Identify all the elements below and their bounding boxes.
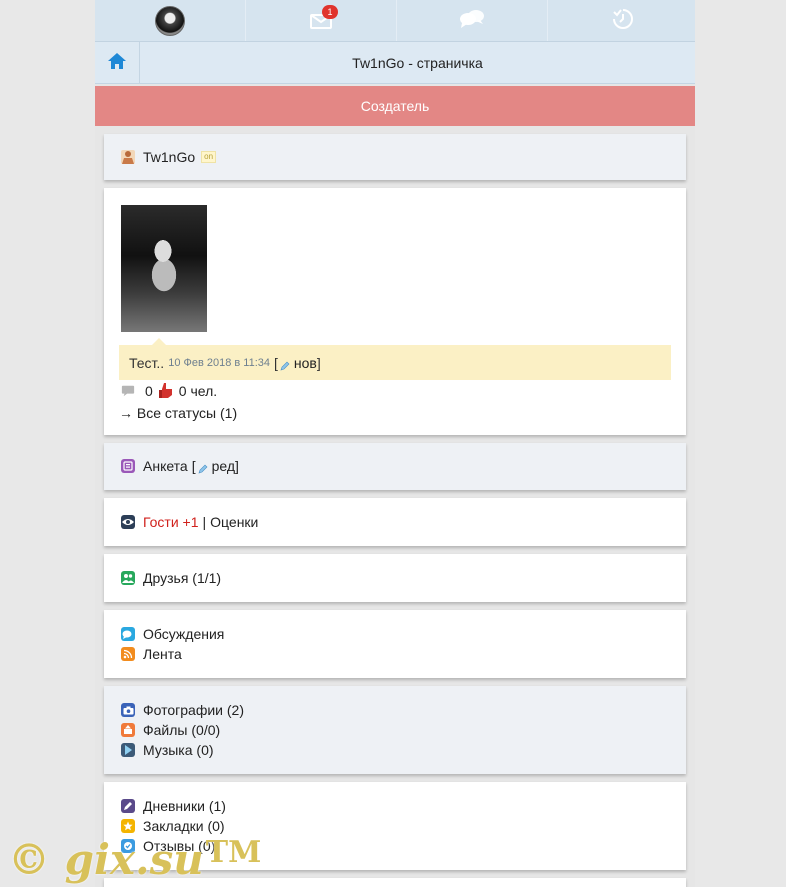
photos-link[interactable]: Фотографии (2) bbox=[143, 702, 244, 718]
bracket-close: ] bbox=[235, 458, 239, 474]
files-icon bbox=[121, 723, 135, 737]
edit-anketa-link[interactable]: ред bbox=[212, 458, 235, 474]
comments-count: 0 bbox=[145, 383, 153, 399]
mail-button[interactable]: 1 bbox=[246, 0, 396, 41]
profile-form-icon bbox=[121, 459, 135, 473]
bracket-open: [ bbox=[274, 354, 278, 371]
new-status-link[interactable]: нов bbox=[294, 355, 317, 371]
guests-link[interactable]: Гости +1 bbox=[143, 514, 199, 530]
diary-pen-icon bbox=[121, 799, 135, 813]
bracket-open: [ bbox=[191, 458, 196, 474]
user-rank-icon bbox=[121, 150, 135, 164]
likes-count: 0 чел. bbox=[178, 383, 218, 399]
bookmarks-link[interactable]: Закладки (0) bbox=[143, 818, 225, 834]
comment-icon[interactable] bbox=[121, 384, 135, 398]
camera-icon bbox=[121, 703, 135, 717]
music-link[interactable]: Музыка (0) bbox=[143, 742, 214, 758]
eye-icon bbox=[121, 515, 135, 529]
star-icon bbox=[121, 819, 135, 833]
guests-card: Гости +1 | Оценки bbox=[104, 498, 686, 546]
home-button[interactable] bbox=[95, 42, 140, 83]
activity-button[interactable] bbox=[548, 0, 695, 41]
pencil-icon bbox=[198, 461, 208, 474]
profile-avatar-button[interactable] bbox=[95, 0, 245, 41]
status-box: Тест.. 10 Фев 2018 в 11:34 [ нов ] bbox=[119, 345, 671, 380]
ratings-link[interactable]: Оценки bbox=[210, 514, 258, 530]
anketa-card: Анкета [ ред ] bbox=[104, 443, 686, 490]
status-text: Тест.. bbox=[129, 354, 165, 371]
username-link[interactable]: Tw1nGo bbox=[143, 149, 195, 165]
pencil-icon bbox=[280, 358, 290, 370]
page-header: Tw1nGo - страничка bbox=[95, 42, 695, 84]
top-navigation-bar: 1 bbox=[95, 0, 695, 42]
chats-button[interactable] bbox=[397, 0, 547, 41]
profile-photo[interactable] bbox=[121, 205, 207, 332]
feed-link[interactable]: Лента bbox=[143, 646, 182, 662]
page: 1 Tw1nGo - страничка Создатель Tw1nGo on… bbox=[95, 0, 695, 887]
status-date: 10 Фев 2018 в 11:34 bbox=[168, 356, 271, 369]
clock-check-icon bbox=[612, 8, 634, 33]
status-card: Тест.. 10 Фев 2018 в 11:34 [ нов ] 0 0 ч… bbox=[104, 188, 686, 435]
discussions-link[interactable]: Обсуждения bbox=[143, 626, 224, 642]
status-stats: 0 0 чел. bbox=[121, 381, 217, 401]
friends-link[interactable]: Друзья (1/1) bbox=[143, 570, 221, 586]
social-card: Обсуждения Лента bbox=[104, 610, 686, 678]
username-card: Tw1nGo on bbox=[104, 134, 686, 180]
all-statuses-link[interactable]: → Все статусы (1) bbox=[119, 405, 237, 421]
anketa-link[interactable]: Анкета bbox=[143, 458, 188, 474]
mail-badge: 1 bbox=[322, 4, 338, 19]
bracket-close: ] bbox=[316, 354, 321, 371]
separator: | bbox=[202, 514, 207, 530]
watermark: © gix.suTM bbox=[8, 835, 261, 884]
thumbs-up-icon[interactable] bbox=[158, 383, 173, 398]
avatar bbox=[155, 5, 185, 36]
home-icon bbox=[108, 53, 126, 72]
friends-card: Друзья (1/1) bbox=[104, 554, 686, 602]
friends-icon bbox=[121, 571, 135, 585]
watermark-text: © gix.su bbox=[8, 835, 204, 884]
online-badge: on bbox=[201, 151, 217, 163]
diaries-link[interactable]: Дневники (1) bbox=[143, 798, 226, 814]
media-card: Фотографии (2) Файлы (0/0) Музыка (0) bbox=[104, 686, 686, 774]
creator-banner: Создатель bbox=[95, 86, 695, 126]
files-link[interactable]: Файлы (0/0) bbox=[143, 722, 220, 738]
chat-bubbles-icon bbox=[459, 9, 485, 32]
music-play-icon bbox=[121, 743, 135, 757]
all-statuses-row: → Все статусы (1) bbox=[119, 403, 237, 423]
rss-feed-icon bbox=[121, 647, 135, 661]
watermark-tm: TM bbox=[205, 835, 262, 870]
page-title: Tw1nGo - страничка bbox=[352, 54, 483, 71]
discussions-icon bbox=[121, 627, 135, 641]
